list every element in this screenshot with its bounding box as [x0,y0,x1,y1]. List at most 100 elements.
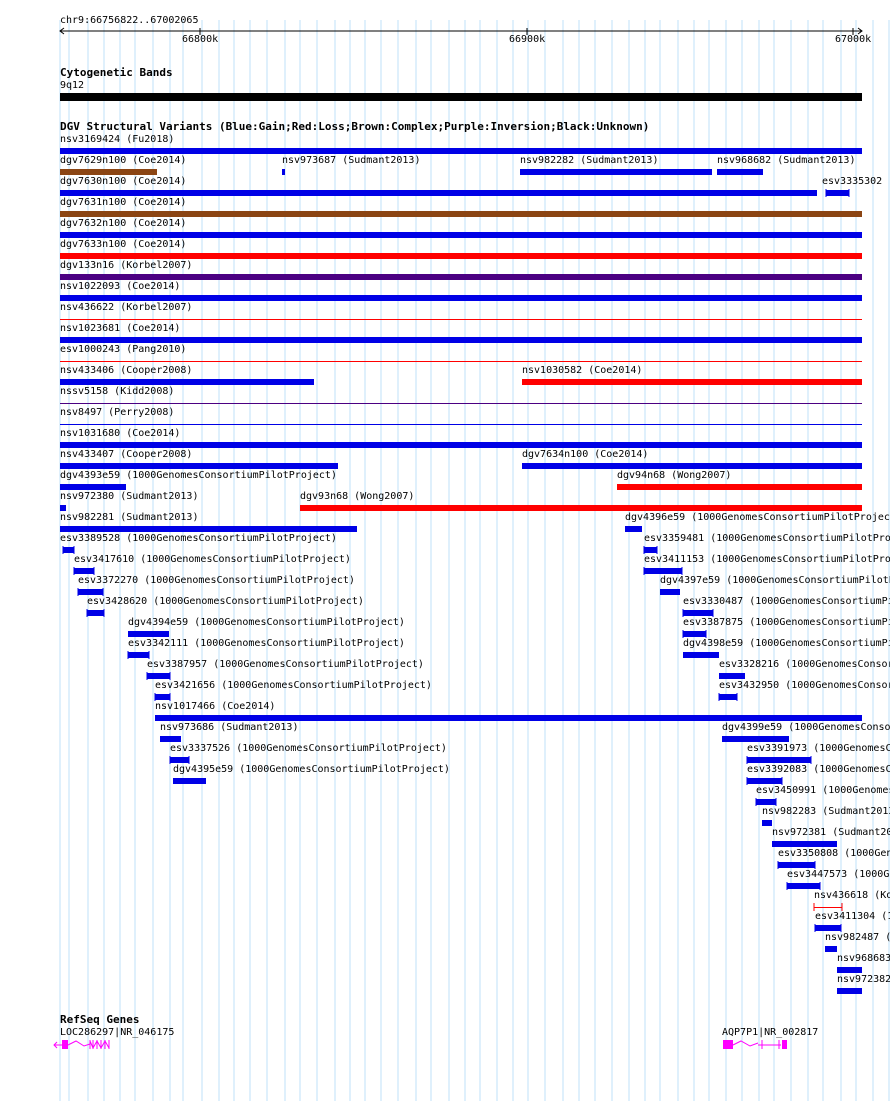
dgv-feature-label[interactable]: nsv1022093 (Coe2014) [60,281,180,292]
dgv-feature-bar [826,190,849,196]
dgv-feature-label[interactable]: nsv1030582 (Coe2014) [522,365,642,376]
dgv-feature-label[interactable]: esv3342111 (1000GenomesConsortiumPilotPr… [128,638,405,649]
dgv-feature-label[interactable]: nsv433406 (Cooper2008) [60,365,192,376]
dgv-feature-label[interactable]: nsv1017466 (Coe2014) [155,701,275,712]
dgv-feature-label[interactable]: dgv4393e59 (1000GenomesConsortiumPilotPr… [60,470,337,481]
dgv-feature-bar [683,631,706,637]
dgv-feature-label[interactable]: dgv4394e59 (1000GenomesConsortiumPilotPr… [128,617,405,628]
dgv-feature-bar [60,274,862,280]
track-title-cytogenetic-bands: Cytogenetic Bands [60,66,173,79]
dgv-feature-label[interactable]: esv3421656 (1000GenomesConsortiumPilotPr… [155,680,432,691]
dgv-feature-label[interactable]: nsv1023681 (Coe2014) [60,323,180,334]
dgv-feature-bar [155,715,862,721]
cytoband-bar [60,93,862,101]
gene-label[interactable]: LOC286297|NR_046175 [60,1027,174,1038]
dgv-feature-bar [60,148,862,154]
dgv-feature-label[interactable]: esv3337526 (1000GenomesConsortiumPilotPr… [170,743,447,754]
dgv-feature-label[interactable]: dgv7629n100 (Coe2014) [60,155,186,166]
dgv-feature-label[interactable]: nsv972382 (Sudmant2013) [837,974,890,985]
dgv-feature-label[interactable]: esv3447573 (1000GenomesConsortiumPilotPr… [787,869,890,880]
dgv-feature-label[interactable]: esv3417610 (1000GenomesConsortiumPilotPr… [74,554,351,565]
dgv-feature-bar [815,925,841,931]
dgv-feature-bar [173,778,206,784]
dgv-feature-bar [87,610,104,616]
dgv-feature-bar [772,841,837,847]
dgv-feature-bar [60,211,862,217]
dgv-feature-label[interactable]: nsv982283 (Sudmant2013) [762,806,890,817]
track-title-refseq-genes: RefSeq Genes [60,1013,140,1026]
dgv-feature-label[interactable]: esv3391973 (1000GenomesConsortiumPilotPr… [747,743,890,754]
dgv-feature-label[interactable]: dgv4395e59 (1000GenomesConsortiumPilotPr… [173,764,450,775]
dgv-feature-label[interactable]: esv3450991 (1000GenomesConsortiumPilotPr… [756,785,890,796]
dgv-feature-label[interactable]: esv3350808 (1000GenomesConsortiumPilotPr… [778,848,890,859]
dgv-feature-label[interactable]: nsv1031680 (Coe2014) [60,428,180,439]
dgv-feature-label[interactable]: nsv436622 (Korbel2007) [60,302,192,313]
dgv-feature-label[interactable]: nsv968682 (Sudmant2013) [717,155,855,166]
dgv-feature-label[interactable]: esv3328216 (1000GenomesConsortiumPilotPr… [719,659,890,670]
dgv-feature-bar [787,883,820,889]
dgv-feature-label[interactable]: esv1000243 (Pang2010) [60,344,186,355]
dgv-feature-label[interactable]: nsv3169424 (Fu2018) [60,134,174,145]
dgv-feature-bar [60,463,338,469]
dgv-feature-label[interactable]: dgv7633n100 (Coe2014) [60,239,186,250]
dgv-feature-bar [170,757,189,763]
dgv-feature-label[interactable]: esv3432950 (1000GenomesConsortiumPilotPr… [719,680,890,691]
dgv-feature-bar [644,547,657,553]
dgv-feature-label[interactable]: dgv4398e59 (1000GenomesConsortiumPilotPr… [683,638,890,649]
dgv-feature-bar [128,631,169,637]
dgv-feature-label[interactable]: nsv436618 (Korbel2007) [814,890,890,901]
dgv-feature-bar [160,736,181,742]
dgv-feature-label[interactable]: nsv8497 (Perry2008) [60,407,174,418]
dgv-feature-label[interactable]: dgv7630n100 (Coe2014) [60,176,186,187]
dgv-feature-bar [683,610,713,616]
genome-browser-view: chr9:66756822..67002065 66800k 66900k 67000… [0,0,890,1101]
dgv-feature-bar [747,778,782,784]
dgv-feature-label[interactable]: nsv982487 (Sudmant2013) [825,932,890,943]
dgv-feature-label[interactable]: nssv5158 (Kidd2008) [60,386,174,397]
dgv-feature-label[interactable]: esv3330487 (1000GenomesConsortiumPilotPr… [683,596,890,607]
dgv-feature-label[interactable]: esv3411153 (1000GenomesConsortiumPilotPr… [644,554,890,565]
dgv-feature-bar [63,547,74,553]
dgv-feature-label[interactable]: dgv7632n100 (Coe2014) [60,218,186,229]
dgv-feature-label[interactable]: nsv982281 (Sudmant2013) [60,512,198,523]
dgv-feature-bar [60,295,862,301]
dgv-feature-label[interactable]: dgv4399e59 (1000GenomesConsortiumPilotPr… [722,722,890,733]
dgv-feature-label[interactable]: esv3387875 (1000GenomesConsortiumPilotPr… [683,617,890,628]
dgv-feature-label[interactable]: esv3387957 (1000GenomesConsortiumPilotPr… [147,659,424,670]
dgv-feature-label[interactable]: esv3335302 [822,176,882,187]
dgv-feature-bar [128,652,149,658]
dgv-feature-label[interactable]: esv3392083 (1000GenomesConsortiumPilotPr… [747,764,890,775]
dgv-feature-label[interactable]: esv3359481 (1000GenomesConsortiumPilotPr… [644,533,890,544]
dgv-feature-label[interactable]: nsv433407 (Cooper2008) [60,449,192,460]
dgv-feature-bar [60,253,862,259]
ruler-location: chr9:66756822..67002065 [60,15,199,26]
dgv-feature-label[interactable]: dgv94n68 (Wong2007) [617,470,731,481]
dgv-feature-label[interactable]: dgv7634n100 (Coe2014) [522,449,648,460]
dgv-feature-bar [837,967,862,973]
dgv-feature-label[interactable]: nsv968683 (Sudmant2013) [837,953,890,964]
dgv-feature-label[interactable]: nsv973687 (Sudmant2013) [282,155,420,166]
dgv-feature-label[interactable]: nsv972381 (Sudmant2013) [772,827,890,838]
dgv-feature-label[interactable]: nsv982282 (Sudmant2013) [520,155,658,166]
dgv-feature-label[interactable]: esv3411304 (1000GenomesConsortiumPilotPr… [815,911,890,922]
dgv-feature-label[interactable]: dgv93n68 (Wong2007) [300,491,414,502]
gene-label[interactable]: AQP7P1|NR_002817 [722,1027,818,1038]
dgv-feature-bar [722,736,789,742]
dgv-feature-label[interactable]: esv3428620 (1000GenomesConsortiumPilotPr… [87,596,364,607]
dgv-feature-label[interactable]: dgv133n16 (Korbel2007) [60,260,192,271]
dgv-feature-label[interactable]: esv3372270 (1000GenomesConsortiumPilotPr… [78,575,355,586]
dgv-feature-bar [60,484,126,490]
ruler-tick-label: 66900k [509,34,546,45]
dgv-feature-bar [683,652,719,658]
dgv-feature-bar [155,694,170,700]
dgv-feature-label[interactable]: nsv972380 (Sudmant2013) [60,491,198,502]
dgv-feature-bar [825,946,837,952]
dgv-feature-bar [778,862,815,868]
dgv-feature-label[interactable]: dgv4396e59 (1000GenomesConsortiumPilotPr… [625,512,890,523]
dgv-feature-label[interactable]: dgv7631n100 (Coe2014) [60,197,186,208]
gene-exon [62,1040,68,1049]
dgv-feature-label[interactable]: esv3389528 (1000GenomesConsortiumPilotPr… [60,533,337,544]
dgv-feature-label[interactable]: nsv973686 (Sudmant2013) [160,722,298,733]
dgv-feature-label[interactable]: dgv4397e59 (1000GenomesConsortiumPilotPr… [660,575,890,586]
track-title-dgv-structural-variants: DGV Structural Variants (Blue:Gain;Red:L… [60,120,650,133]
